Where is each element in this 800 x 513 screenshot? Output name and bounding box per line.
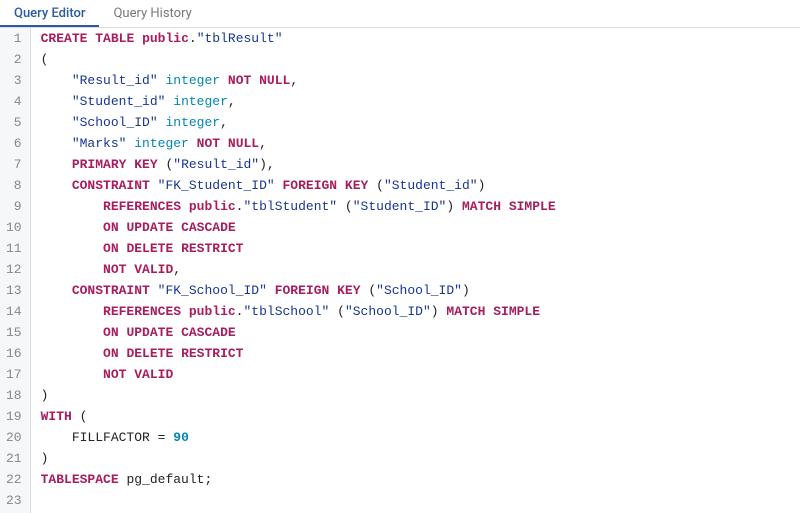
line-number: 6 [6, 133, 22, 154]
code-line[interactable]: ) [41, 385, 800, 406]
code-line[interactable]: ON UPDATE CASCADE [41, 217, 800, 238]
code-line[interactable]: ON DELETE RESTRICT [41, 343, 800, 364]
tab-query-history[interactable]: Query History [99, 0, 205, 27]
code-area[interactable]: CREATE TABLE public."tblResult"( "Result… [31, 28, 800, 513]
code-line[interactable]: REFERENCES public."tblSchool" ("School_I… [41, 301, 800, 322]
code-line[interactable]: NOT VALID [41, 364, 800, 385]
line-number: 19 [6, 406, 22, 427]
code-line[interactable]: NOT VALID, [41, 259, 800, 280]
line-number-gutter: 1234567891011121314151617181920212223 [0, 28, 31, 513]
code-line[interactable]: CREATE TABLE public."tblResult" [41, 28, 800, 49]
line-number: 15 [6, 322, 22, 343]
tab-bar: Query Editor Query History [0, 0, 800, 28]
line-number: 1 [6, 28, 22, 49]
code-line[interactable]: ON DELETE RESTRICT [41, 238, 800, 259]
line-number: 12 [6, 259, 22, 280]
code-line[interactable]: "Student_id" integer, [41, 91, 800, 112]
line-number: 17 [6, 364, 22, 385]
line-number: 14 [6, 301, 22, 322]
line-number: 18 [6, 385, 22, 406]
line-number: 8 [6, 175, 22, 196]
code-line[interactable] [41, 490, 800, 511]
tab-query-editor[interactable]: Query Editor [0, 0, 99, 27]
sql-editor: 1234567891011121314151617181920212223 CR… [0, 28, 800, 513]
line-number: 23 [6, 490, 22, 511]
code-line[interactable]: ( [41, 49, 800, 70]
code-line[interactable]: TABLESPACE pg_default; [41, 469, 800, 490]
code-line[interactable]: FILLFACTOR = 90 [41, 427, 800, 448]
code-line[interactable]: CONSTRAINT "FK_School_ID" FOREIGN KEY ("… [41, 280, 800, 301]
code-line[interactable]: REFERENCES public."tblStudent" ("Student… [41, 196, 800, 217]
line-number: 5 [6, 112, 22, 133]
line-number: 13 [6, 280, 22, 301]
line-number: 10 [6, 217, 22, 238]
line-number: 22 [6, 469, 22, 490]
line-number: 21 [6, 448, 22, 469]
code-line[interactable]: WITH ( [41, 406, 800, 427]
line-number: 9 [6, 196, 22, 217]
line-number: 4 [6, 91, 22, 112]
code-line[interactable]: ) [41, 448, 800, 469]
line-number: 3 [6, 70, 22, 91]
code-line[interactable]: "Result_id" integer NOT NULL, [41, 70, 800, 91]
code-line[interactable]: "School_ID" integer, [41, 112, 800, 133]
code-line[interactable]: CONSTRAINT "FK_Student_ID" FOREIGN KEY (… [41, 175, 800, 196]
code-line[interactable]: PRIMARY KEY ("Result_id"), [41, 154, 800, 175]
line-number: 11 [6, 238, 22, 259]
line-number: 20 [6, 427, 22, 448]
code-line[interactable]: "Marks" integer NOT NULL, [41, 133, 800, 154]
code-line[interactable]: ON UPDATE CASCADE [41, 322, 800, 343]
line-number: 16 [6, 343, 22, 364]
line-number: 7 [6, 154, 22, 175]
line-number: 2 [6, 49, 22, 70]
